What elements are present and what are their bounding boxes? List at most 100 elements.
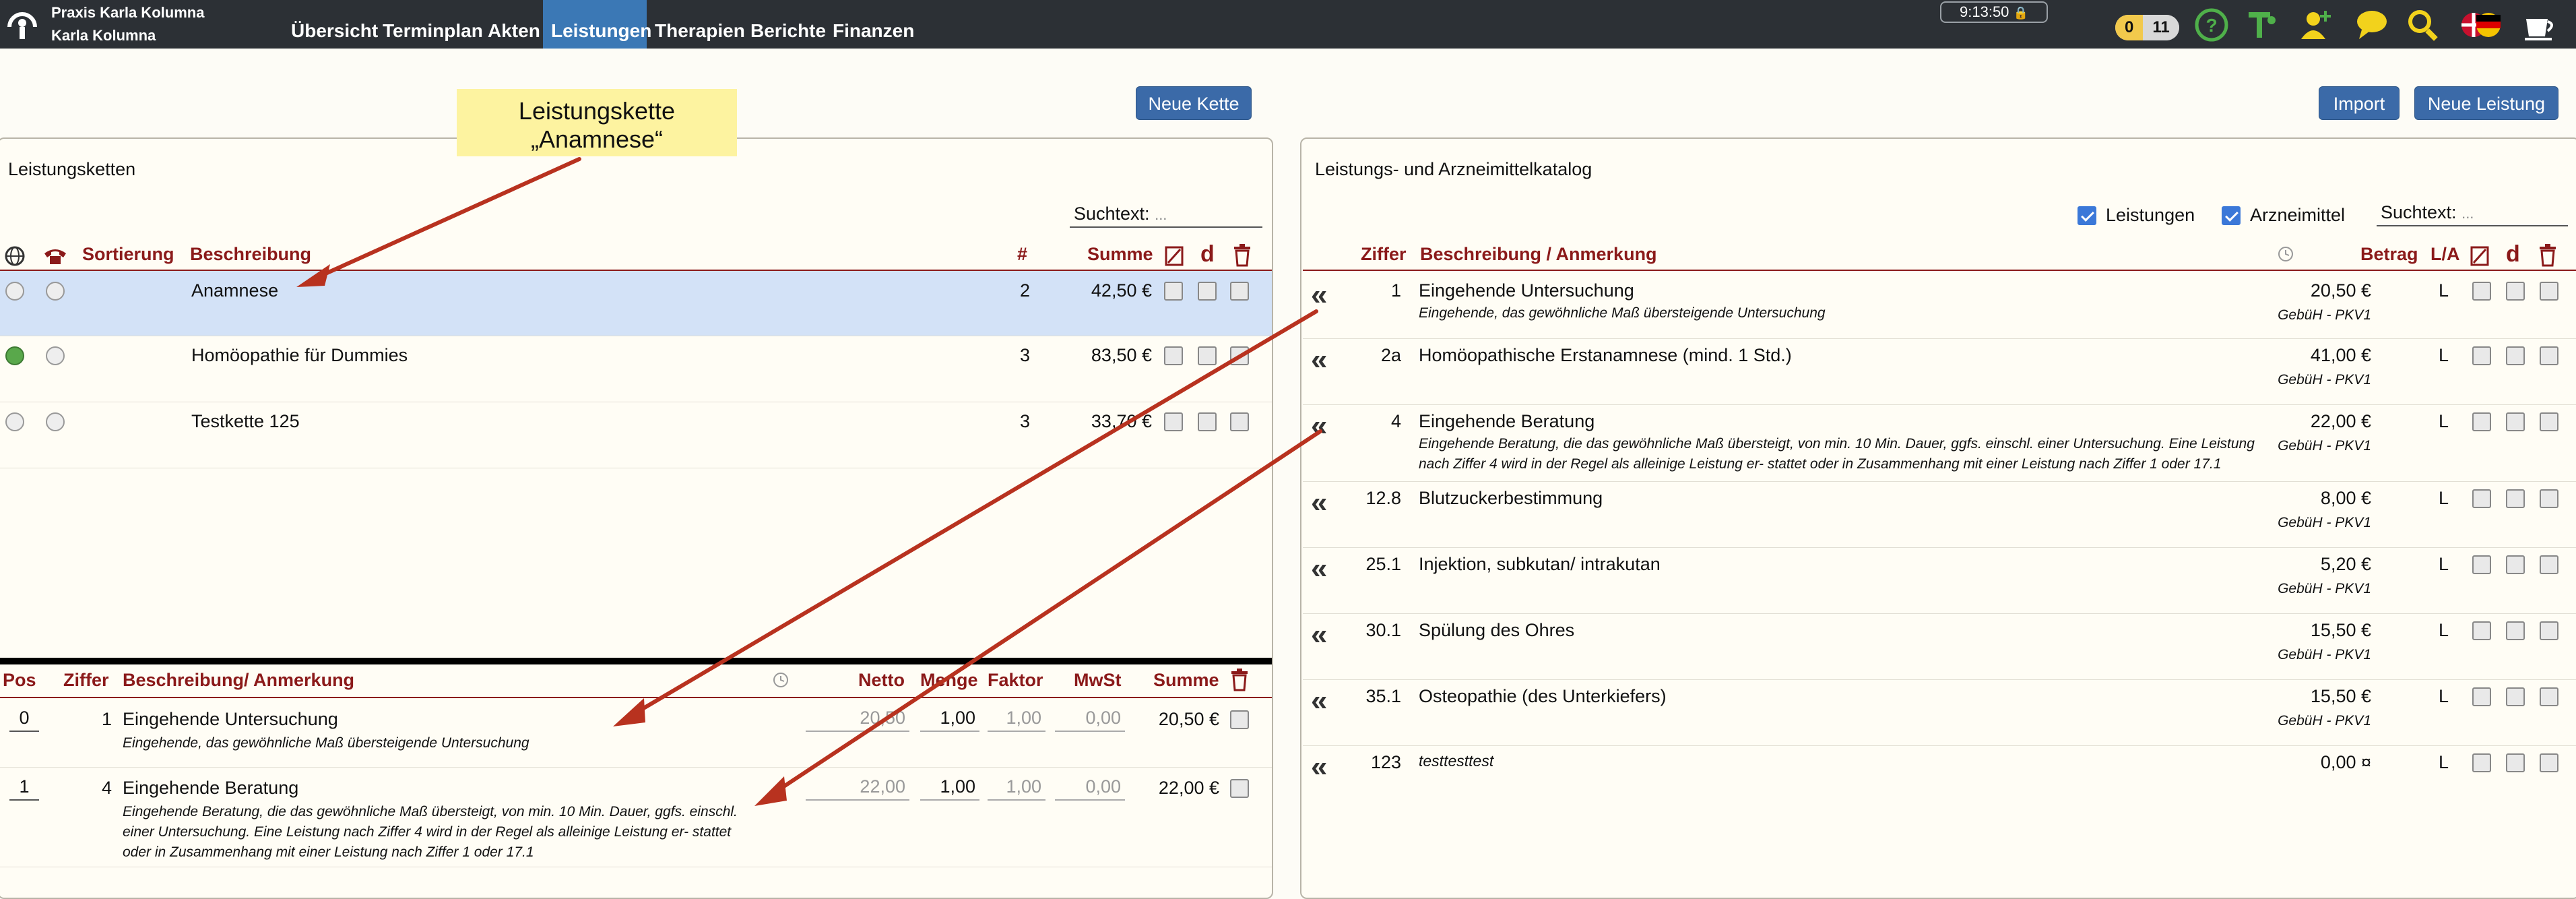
item-delete-checkbox[interactable] bbox=[1230, 710, 1249, 729]
add-user-icon[interactable] bbox=[2298, 7, 2335, 43]
catalog-row[interactable]: « 12.8 Blutzuckerbestimmung 8,00 € GebüH… bbox=[1303, 483, 2576, 547]
catalog-edit-checkbox[interactable] bbox=[2472, 555, 2491, 574]
add-to-chain-icon[interactable]: « bbox=[1311, 686, 1327, 716]
catalog-d-checkbox[interactable] bbox=[2506, 753, 2525, 772]
flags-icon[interactable] bbox=[2459, 7, 2505, 43]
catalog-delete-checkbox[interactable] bbox=[2540, 555, 2558, 574]
chain-delete-checkbox[interactable] bbox=[1230, 282, 1249, 301]
catalog-row[interactable]: « 25.1 Injektion, subkutan/ intrakutan 5… bbox=[1303, 549, 2576, 613]
catalog-edit-checkbox[interactable] bbox=[2472, 282, 2491, 301]
chain-edit-checkbox[interactable] bbox=[1164, 412, 1183, 431]
help-icon[interactable]: ? bbox=[2193, 7, 2230, 43]
chains-search-input[interactable]: ... bbox=[1155, 206, 1167, 223]
catalog-header-beschreibung[interactable]: Beschreibung / Anmerkung bbox=[1420, 244, 1657, 265]
faktor-field[interactable]: 1,00 bbox=[988, 708, 1045, 732]
catalog-header-betrag[interactable]: Betrag bbox=[2360, 244, 2418, 265]
catalog-delete-checkbox[interactable] bbox=[2540, 687, 2558, 706]
catalog-row[interactable]: « 1 Eingehende Untersuchung Eingehende, … bbox=[1303, 272, 2576, 337]
nav-leistungen[interactable]: Leistungen bbox=[543, 0, 651, 49]
chain-web-toggle[interactable] bbox=[5, 282, 24, 301]
catalog-edit-checkbox[interactable] bbox=[2472, 621, 2491, 640]
catalog-delete-checkbox[interactable] bbox=[2540, 621, 2558, 640]
netto-field[interactable]: 22,00 bbox=[806, 776, 909, 801]
chain-d-checkbox[interactable] bbox=[1198, 412, 1217, 431]
import-button[interactable]: Import bbox=[2319, 86, 2400, 120]
chain-row[interactable]: Homöopathie für Dummies 3 83,50 € bbox=[0, 337, 1272, 402]
neue-kette-button[interactable]: Neue Kette bbox=[1136, 86, 1252, 120]
catalog-d-checkbox[interactable] bbox=[2506, 282, 2525, 301]
catalog-delete-checkbox[interactable] bbox=[2540, 346, 2558, 365]
chain-row[interactable]: Testkette 125 3 33,70 € bbox=[0, 403, 1272, 468]
item-delete-checkbox[interactable] bbox=[1230, 779, 1249, 798]
logo-icon[interactable] bbox=[5, 7, 39, 42]
chain-d-checkbox[interactable] bbox=[1198, 346, 1217, 365]
catalog-edit-checkbox[interactable] bbox=[2472, 687, 2491, 706]
message-counter[interactable]: 0 11 bbox=[2115, 15, 2179, 40]
menge-field[interactable]: 1,00 bbox=[920, 776, 979, 801]
chains-header-beschreibung[interactable]: Beschreibung bbox=[190, 244, 311, 265]
add-to-chain-icon[interactable]: « bbox=[1311, 554, 1327, 584]
chain-phone-toggle[interactable] bbox=[46, 412, 65, 431]
add-to-chain-icon[interactable]: « bbox=[1311, 411, 1327, 441]
chain-item-row[interactable]: 1 4 Eingehende Beratung Eingehende Berat… bbox=[0, 768, 1272, 867]
catalog-d-checkbox[interactable] bbox=[2506, 621, 2525, 640]
nav-uebersicht[interactable]: Übersicht bbox=[291, 0, 378, 49]
add-to-chain-icon[interactable]: « bbox=[1311, 752, 1327, 782]
catalog-delete-checkbox[interactable] bbox=[2540, 753, 2558, 772]
search-icon[interactable] bbox=[2405, 7, 2441, 43]
add-to-chain-icon[interactable]: « bbox=[1311, 620, 1327, 650]
catalog-d-checkbox[interactable] bbox=[2506, 687, 2525, 706]
faktor-field[interactable]: 1,00 bbox=[988, 776, 1045, 801]
filter-leistungen-checkbox[interactable] bbox=[2078, 206, 2096, 225]
catalog-d-checkbox[interactable] bbox=[2506, 555, 2525, 574]
pos-field[interactable]: 1 bbox=[9, 776, 39, 801]
filter-arzneimittel-checkbox[interactable] bbox=[2222, 206, 2241, 225]
nav-berichte[interactable]: Berichte bbox=[750, 0, 826, 49]
panel-splitter[interactable] bbox=[0, 658, 1272, 664]
catalog-edit-checkbox[interactable] bbox=[2472, 346, 2491, 365]
catalog-edit-checkbox[interactable] bbox=[2472, 489, 2491, 508]
chain-edit-checkbox[interactable] bbox=[1164, 282, 1183, 301]
catalog-edit-checkbox[interactable] bbox=[2472, 753, 2491, 772]
catalog-d-checkbox[interactable] bbox=[2506, 346, 2525, 365]
chain-row[interactable]: Anamnese 2 42,50 € bbox=[0, 271, 1272, 336]
nav-terminplan[interactable]: Terminplan bbox=[383, 0, 483, 49]
chain-phone-toggle[interactable] bbox=[46, 346, 65, 365]
catalog-d-checkbox[interactable] bbox=[2506, 489, 2525, 508]
chain-delete-checkbox[interactable] bbox=[1230, 346, 1249, 365]
nav-finanzen[interactable]: Finanzen bbox=[833, 0, 914, 49]
add-to-chain-icon[interactable]: « bbox=[1311, 488, 1327, 518]
chain-web-toggle[interactable] bbox=[5, 346, 24, 365]
lock-icon[interactable]: 🔒 bbox=[2014, 6, 2028, 20]
menge-field[interactable]: 1,00 bbox=[920, 708, 979, 732]
catalog-row[interactable]: « 30.1 Spülung des Ohres 15,50 € GebüH -… bbox=[1303, 615, 2576, 679]
chain-item-row[interactable]: 0 1 Eingehende Untersuchung Eingehende, … bbox=[0, 700, 1272, 767]
catalog-d-checkbox[interactable] bbox=[2506, 412, 2525, 431]
add-to-chain-icon[interactable]: « bbox=[1311, 280, 1327, 310]
chat-icon[interactable] bbox=[2354, 7, 2390, 43]
catalog-edit-checkbox[interactable] bbox=[2472, 412, 2491, 431]
chain-edit-checkbox[interactable] bbox=[1164, 346, 1183, 365]
chain-delete-checkbox[interactable] bbox=[1230, 412, 1249, 431]
tools-icon[interactable] bbox=[2243, 7, 2280, 43]
add-to-chain-icon[interactable]: « bbox=[1311, 345, 1327, 375]
nav-therapien[interactable]: Therapien bbox=[655, 0, 745, 49]
catalog-header-ziffer[interactable]: Ziffer bbox=[1361, 244, 1407, 265]
neue-leistung-button[interactable]: Neue Leistung bbox=[2414, 86, 2558, 120]
catalog-delete-checkbox[interactable] bbox=[2540, 489, 2558, 508]
chain-web-toggle[interactable] bbox=[5, 412, 24, 431]
pos-field[interactable]: 0 bbox=[9, 708, 39, 732]
catalog-row[interactable]: « 35.1 Osteopathie (des Unterkiefers) 15… bbox=[1303, 681, 2576, 745]
catalog-delete-checkbox[interactable] bbox=[2540, 282, 2558, 301]
nav-akten[interactable]: Akten bbox=[488, 0, 540, 49]
catalog-row[interactable]: « 2a Homöopathische Erstanamnese (mind. … bbox=[1303, 340, 2576, 404]
catalog-delete-checkbox[interactable] bbox=[2540, 412, 2558, 431]
netto-field[interactable]: 20,50 bbox=[806, 708, 909, 732]
catalog-row[interactable]: « 123 testtesttest 0,00 ¤ L bbox=[1303, 747, 2576, 801]
mwst-field[interactable]: 0,00 bbox=[1055, 708, 1125, 732]
catalog-search-input[interactable]: ... bbox=[2461, 205, 2474, 222]
mwst-field[interactable]: 0,00 bbox=[1055, 776, 1125, 801]
chain-d-checkbox[interactable] bbox=[1198, 282, 1217, 301]
catalog-row[interactable]: « 4 Eingehende Beratung Eingehende Berat… bbox=[1303, 406, 2576, 481]
chains-header-sortierung[interactable]: Sortierung bbox=[82, 244, 174, 265]
